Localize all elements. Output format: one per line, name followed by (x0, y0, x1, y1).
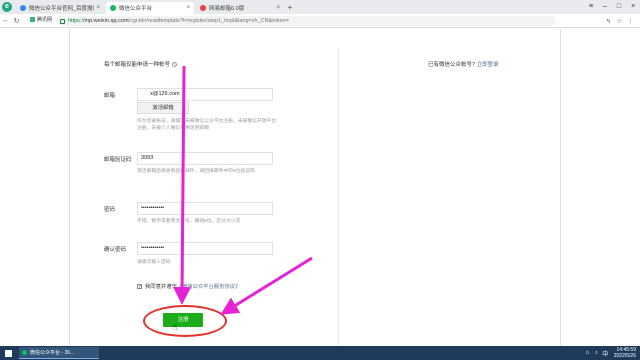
baidu-icon (20, 5, 26, 11)
tencent-icon (30, 17, 35, 22)
menu-icon[interactable]: ≡ (584, 0, 598, 14)
bookmark-tencent[interactable]: 腾讯网 (30, 16, 52, 23)
agree-text: 我同意并遵守 (145, 284, 177, 290)
close-tab-icon[interactable]: × (186, 5, 190, 11)
tab-title: 微信公众平台 (119, 6, 153, 12)
bookmark-label: 腾讯网 (37, 17, 53, 23)
intro-label: 每个邮箱仅能申请一种帐号 (104, 62, 171, 68)
volume-icon[interactable]: ♪ (592, 350, 601, 356)
url-path: /cgi-bin/readtemplate?t=register/step1_t… (128, 18, 289, 24)
minimize-icon[interactable]: – (598, 0, 612, 14)
close-window-icon[interactable]: × (626, 0, 640, 14)
email-label: 邮箱 (104, 93, 116, 99)
confirm-password-hint: 请再次输入密码 (137, 260, 171, 265)
close-tab-icon[interactable]: × (96, 5, 100, 11)
tab-title: 网易邮箱6.0版 (209, 6, 245, 12)
network-icon[interactable]: ⌂ (583, 350, 592, 356)
language-indicator[interactable]: 中 (601, 349, 610, 358)
tab-title: 微信公众平台官网_百度搜索 (29, 6, 95, 12)
close-tab-icon[interactable]: × (276, 5, 280, 11)
lightning-icon[interactable]: ϟ (603, 18, 614, 25)
task-title: 微信公众平台 - 36... (30, 350, 75, 356)
browser-logo-icon[interactable]: e (0, 0, 14, 14)
agreement-row: ✓ 我同意并遵守 《微信公众平台服务协议》 (137, 282, 240, 290)
wechat-icon (110, 5, 116, 11)
refresh-icon[interactable]: ↻ (11, 17, 22, 25)
left-divider (69, 29, 70, 346)
browser-icon (22, 350, 27, 355)
agree-checkbox[interactable]: ✓ (137, 283, 142, 289)
verification-code-field[interactable]: 3993 (137, 152, 273, 165)
taskbar-item-browser[interactable]: 微信公众平台 - 36... (19, 347, 99, 359)
hand-cursor-icon: ☝ (172, 322, 178, 332)
url-scheme: https:// (68, 18, 85, 24)
register-button[interactable]: 注册 (163, 313, 203, 327)
url-host: mp.weixin.qq.com (84, 18, 129, 24)
clock-date: 2022/5/26 (613, 353, 636, 359)
tab-netease-mail[interactable]: 网易邮箱6.0版 × (196, 2, 284, 14)
activate-email-button[interactable]: 激活邮箱 (137, 102, 189, 114)
password-label: 密码 (104, 207, 116, 213)
email-hint: 作为登录帐号，请填写未被微信公众平台注册，未被微信开放平台注册，未被个人微信号绑… (137, 119, 277, 131)
url-input[interactable]: https:// mp.weixin.qq.com /cgi-bin/readt… (56, 16, 556, 26)
extensions-icon[interactable]: ⋮ (625, 17, 636, 25)
password-field[interactable]: •••••••••••• (137, 202, 273, 215)
tab-strip: e 微信公众平台官网_百度搜索 × 微信公众平台 × 网易邮箱6.0版 × + … (0, 0, 640, 14)
help-icon[interactable]: ? (172, 62, 178, 67)
confirm-password-label: 确认密码 (104, 247, 127, 253)
lock-icon (60, 18, 65, 24)
star-icon[interactable]: ☆ (614, 17, 625, 25)
tab-baidu[interactable]: 微信公众平台官网_百度搜索 × (16, 2, 104, 14)
column-divider (338, 49, 339, 346)
intro-text: 每个邮箱仅能申请一种帐号? (104, 60, 178, 68)
confirm-password-field[interactable]: •••••••••••• (137, 242, 273, 255)
page-content: 每个邮箱仅能申请一种帐号? 已有微信公众帐号? 立即登录 邮箱 x@126.co… (0, 29, 640, 346)
code-hint: 激活邮箱后将收到验证邮件，请回填邮件中的6位验证码 (137, 169, 255, 174)
start-button[interactable] (0, 346, 16, 360)
email-field[interactable]: x@126.com (137, 88, 273, 101)
maximize-icon[interactable]: □ (612, 0, 626, 14)
login-link[interactable]: 立即登录 (477, 62, 499, 68)
tab-wechat-platform[interactable]: 微信公众平台 × (106, 2, 194, 14)
code-label: 邮箱验证码 (104, 157, 132, 163)
back-icon[interactable]: ← (0, 17, 11, 24)
login-prompt: 已有微信公众帐号? 立即登录 (428, 60, 499, 68)
windows-icon (4, 349, 12, 357)
right-divider (560, 29, 561, 346)
taskbar: 微信公众平台 - 36... ⌂ ♪ 中 14:45:59 2022/5/26 (0, 346, 640, 360)
system-tray: ⌂ ♪ 中 14:45:59 2022/5/26 (583, 346, 636, 360)
login-question: 已有微信公众帐号? (428, 62, 476, 68)
address-bar: ← ↻ https:// mp.weixin.qq.com /cgi-bin/r… (0, 14, 640, 28)
password-hint: 字母、数字或者英文符号，最短8位，区分大小写 (137, 219, 241, 224)
new-tab-button[interactable]: + (284, 2, 296, 14)
netease-mail-icon (200, 5, 206, 11)
clock[interactable]: 14:45:59 2022/5/26 (614, 347, 636, 359)
service-agreement-link[interactable]: 《微信公众平台服务协议》 (177, 282, 241, 290)
